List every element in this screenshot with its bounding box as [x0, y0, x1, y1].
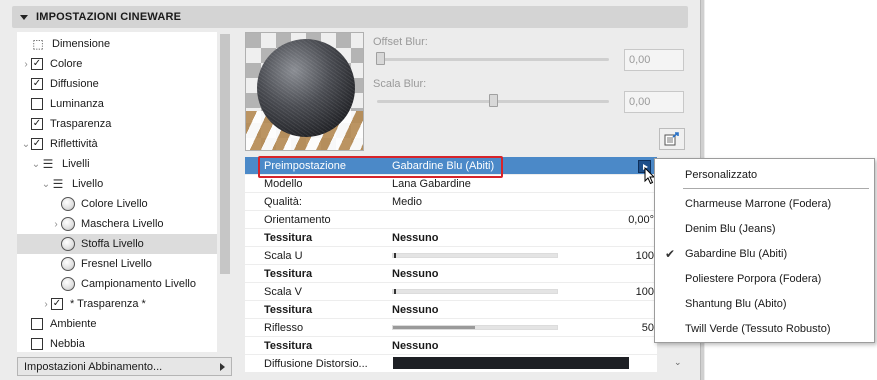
properties-table: Preimpostazione Gabardine Blu (Abiti) Mo… — [245, 157, 657, 372]
menu-item-denim-blu[interactable]: Denim Blu (Jeans) — [655, 219, 874, 239]
luminanza-checkbox[interactable] — [31, 98, 43, 110]
cineware-settings-panel: IMPOSTAZIONI CINEWARE ⬚ Dimensione › ✓ C… — [0, 0, 705, 380]
preset-highlight-box — [258, 156, 503, 178]
tree-item-dimensione[interactable]: ⬚ Dimensione — [17, 34, 217, 54]
tree-scrollbar-thumb[interactable] — [220, 34, 230, 274]
property-row-tessitura[interactable]: Tessitura Nessuno — [245, 301, 657, 319]
arrow-right-icon — [220, 362, 225, 371]
section-title: IMPOSTAZIONI CINEWARE — [36, 11, 182, 23]
trasparenza-checkbox[interactable]: ✓ — [31, 118, 43, 130]
offset-blur-label: Offset Blur: — [373, 36, 428, 48]
preview-sphere — [257, 39, 355, 137]
tree-item-livello[interactable]: ⌄ ☰ Livello — [17, 174, 217, 194]
diffusione-checkbox[interactable]: ✓ — [31, 78, 43, 90]
color-swatch[interactable] — [393, 357, 629, 369]
colore-checkbox[interactable]: ✓ — [31, 58, 43, 70]
property-row-scala-u[interactable]: Scala U 100 — [245, 247, 657, 265]
tree-item-stoffa-livello[interactable]: Stoffa Livello — [17, 234, 217, 254]
menu-item-shantung-blu[interactable]: Shantung Blu (Abito) — [655, 294, 874, 314]
chevron-down-icon[interactable]: ⌄ — [21, 139, 31, 150]
layers-icon: ☰ — [52, 177, 64, 191]
menu-item-poliestere-porpora[interactable]: Poliestere Porpora (Fodera) — [655, 269, 874, 289]
chevron-right-icon[interactable]: › — [41, 299, 51, 310]
menu-item-gabardine-blu[interactable]: ✔ Gabardine Blu (Abiti) — [655, 244, 874, 264]
layer-sphere-icon — [61, 217, 75, 231]
property-row-diffusione-distorsione[interactable]: Diffusione Distorsio... — [245, 355, 657, 372]
impostazioni-abbinamento-button[interactable]: Impostazioni Abbinamento... — [17, 357, 232, 376]
chevron-right-icon[interactable]: › — [51, 219, 61, 230]
scala-blur-label: Scala Blur: — [373, 78, 427, 90]
chevron-down-icon[interactable]: ⌄ — [31, 159, 41, 170]
scala-blur-slider-handle[interactable] — [489, 94, 498, 107]
material-preview — [245, 32, 364, 151]
riflettivita-checkbox[interactable]: ✓ — [31, 138, 43, 150]
dimension-icon: ⬚ — [32, 37, 44, 51]
menu-separator — [683, 188, 869, 189]
property-row-orientamento[interactable]: Orientamento 0,00° — [245, 211, 657, 229]
save-preset-icon — [664, 132, 679, 146]
layers-icon: ☰ — [42, 157, 54, 171]
scala-u-slider[interactable] — [392, 253, 558, 258]
preset-menu: Personalizzato Charmeuse Marrone (Fodera… — [654, 158, 875, 343]
tree-item-nebbia[interactable]: Nebbia — [17, 334, 217, 354]
ambiente-checkbox[interactable] — [31, 318, 43, 330]
tree-item-colore-livello[interactable]: Colore Livello — [17, 194, 217, 214]
property-row-qualita[interactable]: Qualità: Medio — [245, 193, 657, 211]
layer-sphere-icon — [61, 197, 75, 211]
layer-sphere-icon — [61, 257, 75, 271]
offset-blur-slider-handle[interactable] — [376, 52, 385, 65]
chevron-right-icon[interactable]: › — [21, 59, 31, 70]
tree-item-ambiente[interactable]: Ambiente — [17, 314, 217, 334]
tree-item-fresnel-livello[interactable]: Fresnel Livello — [17, 254, 217, 274]
save-preset-button[interactable] — [659, 128, 685, 150]
scala-blur-value[interactable]: 0,00 — [624, 91, 684, 113]
menu-item-charmeuse-marrone[interactable]: Charmeuse Marrone (Fodera) — [655, 194, 874, 214]
tree-item-luminanza[interactable]: Luminanza — [17, 94, 217, 114]
tree-item-diffusione[interactable]: ✓ Diffusione — [17, 74, 217, 94]
chevron-down-icon[interactable]: ⌄ — [41, 179, 51, 190]
tree-item-campionamento-livello[interactable]: Campionamento Livello — [17, 274, 217, 294]
tree-scrollbar[interactable] — [217, 32, 232, 352]
property-row-tessitura[interactable]: Tessitura Nessuno — [245, 265, 657, 283]
tree-item-colore[interactable]: › ✓ Colore — [17, 54, 217, 74]
menu-item-personalizzato[interactable]: Personalizzato — [655, 165, 874, 185]
channel-tree: ⬚ Dimensione › ✓ Colore ✓ Diffusione Lum… — [17, 32, 217, 352]
nebbia-checkbox[interactable] — [31, 338, 43, 350]
property-row-riflesso[interactable]: Riflesso 50 — [245, 319, 657, 337]
tree-item-trasparenza-layer[interactable]: › ✓ * Trasparenza * — [17, 294, 217, 314]
offset-blur-value[interactable]: 0,00 — [624, 49, 684, 71]
scroll-down-icon[interactable]: ⌄ — [674, 357, 682, 368]
menu-item-twill-verde[interactable]: Twill Verde (Tessuto Robusto) — [655, 319, 874, 339]
property-row-scala-v[interactable]: Scala V 100 — [245, 283, 657, 301]
tree-item-maschera-livello[interactable]: › Maschera Livello — [17, 214, 217, 234]
section-header[interactable]: IMPOSTAZIONI CINEWARE — [12, 6, 688, 28]
property-row-tessitura[interactable]: Tessitura Nessuno — [245, 229, 657, 247]
tree-item-livelli[interactable]: ⌄ ☰ Livelli — [17, 154, 217, 174]
riflesso-slider[interactable] — [392, 325, 558, 330]
property-row-tessitura[interactable]: Tessitura Nessuno — [245, 337, 657, 355]
offset-blur-slider[interactable] — [377, 58, 609, 61]
tree-item-trasparenza[interactable]: ✓ Trasparenza — [17, 114, 217, 134]
checkmark-icon: ✔ — [665, 247, 676, 261]
scala-v-slider[interactable] — [392, 289, 558, 294]
collapse-triangle-icon[interactable] — [20, 14, 28, 20]
tree-item-riflettivita[interactable]: ⌄ ✓ Riflettività — [17, 134, 217, 154]
trasparenza-layer-checkbox[interactable]: ✓ — [51, 298, 63, 310]
layer-sphere-icon — [61, 237, 75, 251]
layer-sphere-icon — [61, 277, 75, 291]
